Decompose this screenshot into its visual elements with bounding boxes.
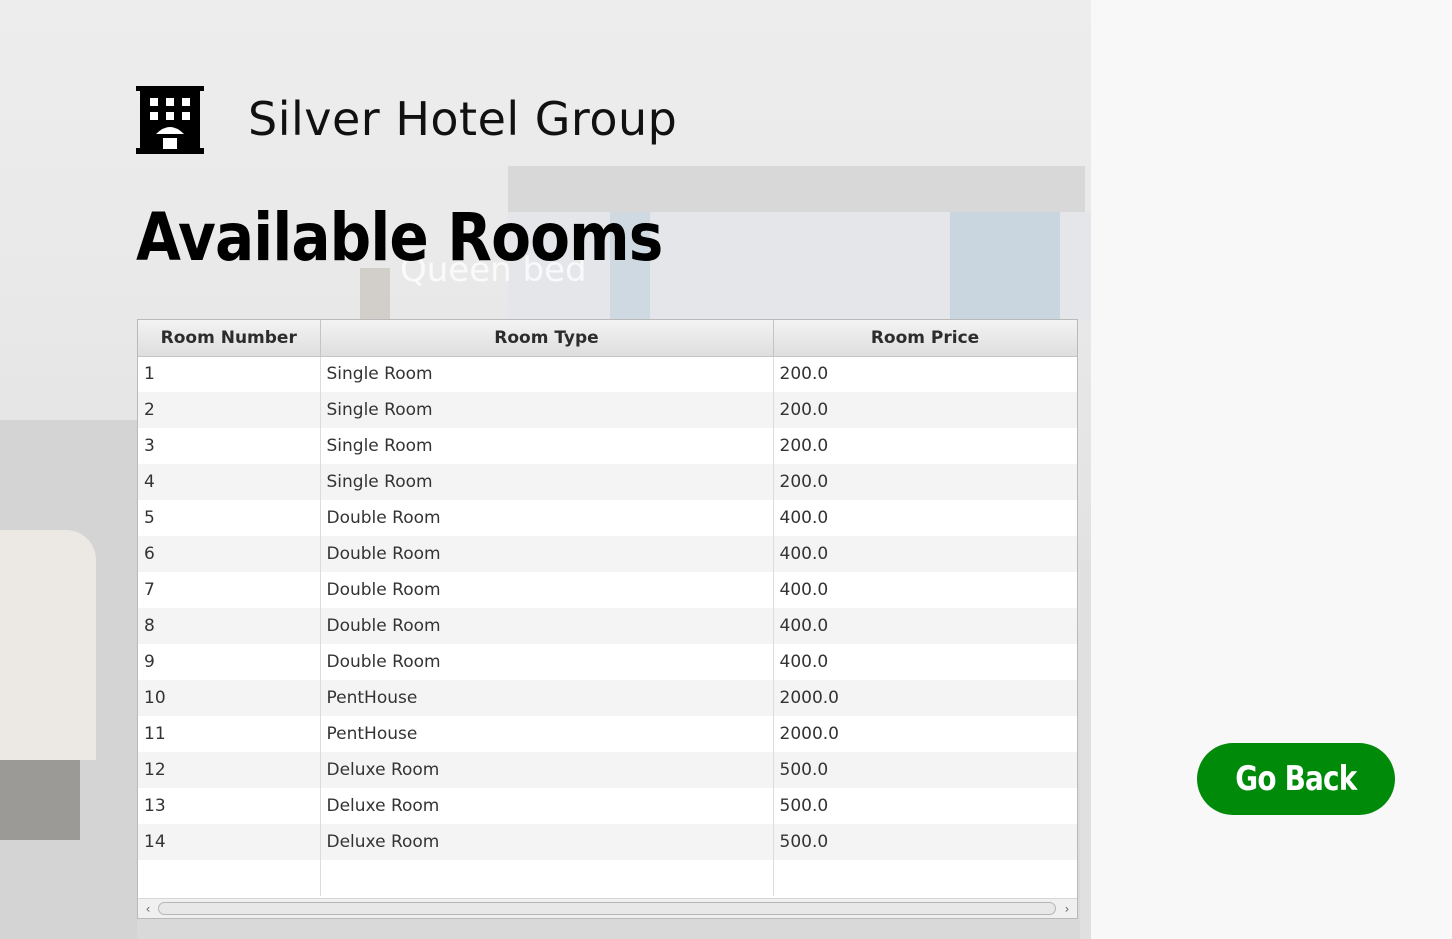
go-back-label: Go Back [1235,759,1357,799]
room-type-cell: Double Room [320,500,774,536]
room-price-cell: 500.0 [773,824,1077,860]
room-number-cell: 9 [138,644,321,680]
room-price-cell: 2000.0 [773,716,1077,752]
room-type-cell: Single Room [320,464,774,500]
room-type-cell: Deluxe Room [320,824,774,860]
room-price-cell: 200.0 [773,356,1077,392]
table-row[interactable]: 14 Deluxe Room 500.0 [138,824,1077,860]
hotel-building-icon [136,86,204,154]
room-number-cell: 7 [138,572,321,608]
room-number-cell: 3 [138,428,321,464]
room-number-cell: 8 [138,608,321,644]
room-type-cell: PentHouse [320,680,774,716]
window-edge [1080,560,1091,939]
scroll-right-icon[interactable]: › [1059,901,1075,917]
table-row[interactable]: 12 Deluxe Room 500.0 [138,752,1077,788]
room-number-cell: 6 [138,536,321,572]
empty-cell [773,860,1077,896]
lamp-shade [0,530,96,760]
room-price-cell: 200.0 [773,464,1077,500]
table-row[interactable]: 8 Double Room 400.0 [138,608,1077,644]
room-type-cell: Single Room [320,392,774,428]
table-row[interactable]: 2 Single Room 200.0 [138,392,1077,428]
room-number-cell: 5 [138,500,321,536]
table-row[interactable]: 7 Double Room 400.0 [138,572,1077,608]
empty-cell [138,860,321,896]
room-price-cell: 500.0 [773,788,1077,824]
room-type-cell: Double Room [320,536,774,572]
column-header-room-type[interactable]: Room Type [320,320,774,357]
table-row[interactable]: 9 Double Room 400.0 [138,644,1077,680]
brand-title: Silver Hotel Group [248,92,678,146]
room-price-cell: 200.0 [773,428,1077,464]
room-number-cell: 10 [138,680,321,716]
scroll-left-icon[interactable]: ‹ [140,901,156,917]
room-price-cell: 2000.0 [773,680,1077,716]
table-row[interactable]: 6 Double Room 400.0 [138,536,1077,572]
table-row[interactable]: 11 PentHouse 2000.0 [138,716,1077,752]
table-row[interactable]: 3 Single Room 200.0 [138,428,1077,464]
room-price-cell: 400.0 [773,500,1077,536]
room-price-cell: 400.0 [773,644,1077,680]
page-title: Available Rooms [136,199,663,276]
room-type-cell: Deluxe Room [320,788,774,824]
room-number-cell: 11 [138,716,321,752]
column-header-room-number[interactable]: Room Number [138,320,321,357]
horizontal-scrollbar[interactable]: ‹ › [138,898,1077,918]
lamp-base [0,760,80,840]
room-type-cell: Deluxe Room [320,752,774,788]
room-type-cell: PentHouse [320,716,774,752]
table-header-row: Room Number Room Type Room Price [138,320,1077,357]
curtain-right [950,212,1060,320]
table-row[interactable]: 4 Single Room 200.0 [138,464,1077,500]
room-price-cell: 200.0 [773,392,1077,428]
room-price-cell: 400.0 [773,572,1077,608]
room-type-cell: Double Room [320,608,774,644]
room-type-cell: Single Room [320,428,774,464]
table-row[interactable]: 13 Deluxe Room 500.0 [138,788,1077,824]
room-price-cell: 400.0 [773,608,1077,644]
column-header-room-price[interactable]: Room Price [773,320,1077,357]
table-row[interactable]: 10 PentHouse 2000.0 [138,680,1077,716]
room-price-cell: 400.0 [773,536,1077,572]
room-number-cell: 12 [138,752,321,788]
room-number-cell: 1 [138,356,321,392]
room-type-cell: Double Room [320,572,774,608]
go-back-button[interactable]: Go Back [1197,743,1395,815]
empty-table-row [138,860,1077,896]
room-type-cell: Double Room [320,644,774,680]
room-number-cell: 13 [138,788,321,824]
table-row[interactable]: 5 Double Room 400.0 [138,500,1077,536]
room-number-cell: 14 [138,824,321,860]
table-row[interactable]: 1 Single Room 200.0 [138,356,1077,392]
scrollbar-thumb[interactable] [158,902,1056,915]
empty-cell [320,860,774,896]
rooms-table[interactable]: Room Number Room Type Room Price 1 Single… [137,319,1078,919]
room-number-cell: 4 [138,464,321,500]
room-number-cell: 2 [138,392,321,428]
room-type-cell: Single Room [320,356,774,392]
room-price-cell: 500.0 [773,752,1077,788]
